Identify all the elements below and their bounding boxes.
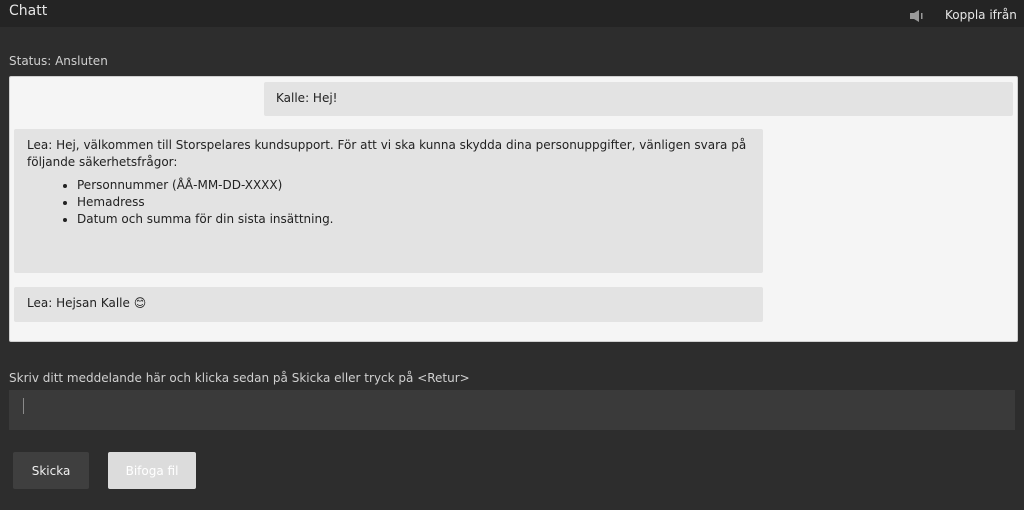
- message-text: Lea: Hej, välkommen till Storspelares ku…: [27, 138, 747, 169]
- chat-message-agent: Lea: Hej, välkommen till Storspelares ku…: [14, 129, 763, 273]
- send-button[interactable]: Skicka: [13, 452, 89, 489]
- connection-status: Status: Ansluten: [9, 54, 108, 68]
- list-item: Hemadress: [77, 194, 750, 211]
- chat-message-user: Kalle: Hej!: [264, 82, 1013, 116]
- chat-message-agent: Lea: Hejsan Kalle 😊: [14, 287, 763, 322]
- chat-log[interactable]: Kalle: Hej! Lea: Hej, välkommen till Sto…: [9, 76, 1018, 342]
- speaker-icon[interactable]: [909, 9, 925, 23]
- header-bar: Chatt Koppla ifrån: [0, 0, 1024, 27]
- attach-file-button[interactable]: Bifoga fil: [108, 452, 196, 489]
- disconnect-button[interactable]: Koppla ifrån: [945, 8, 1017, 22]
- list-item: Personnummer (ÅÅ-MM-DD-XXXX): [77, 177, 750, 194]
- list-item: Datum och summa för din sista insättning…: [77, 211, 750, 228]
- message-text: Lea: Hejsan Kalle 😊: [27, 296, 147, 310]
- app-title: Chatt: [9, 3, 48, 19]
- security-questions-list: Personnummer (ÅÅ-MM-DD-XXXX) Hemadress D…: [77, 177, 750, 228]
- text-caret: [23, 398, 24, 414]
- message-input[interactable]: [9, 390, 1015, 430]
- message-text: Kalle: Hej!: [276, 91, 338, 105]
- composer-hint: Skriv ditt meddelande här och klicka sed…: [9, 371, 470, 385]
